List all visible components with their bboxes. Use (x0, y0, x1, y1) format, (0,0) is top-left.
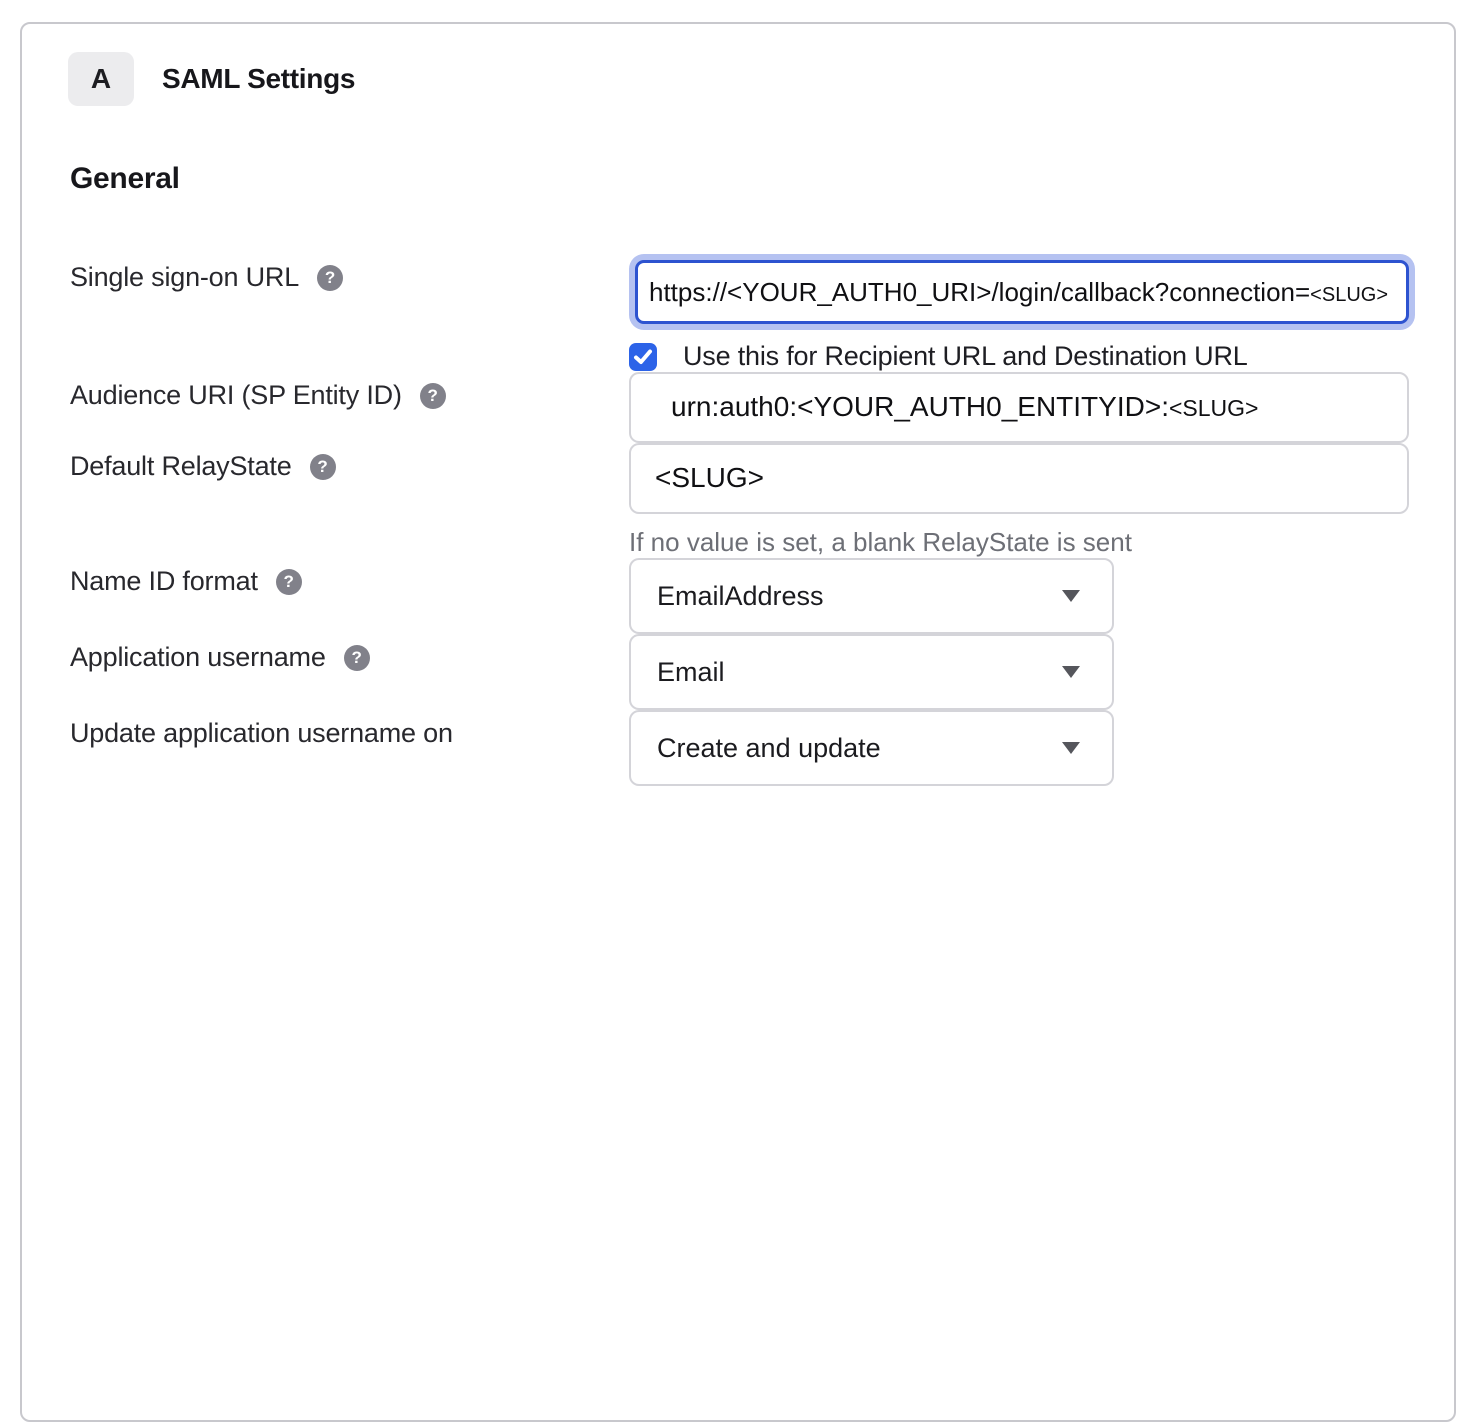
help-icon[interactable]: ? (310, 454, 336, 480)
card-header: A SAML Settings (68, 52, 1414, 106)
row-single-sign-on-url: Single sign-on URL ? https://<YOUR_AUTH0… (70, 254, 1414, 372)
single-sign-on-url-input[interactable]: https://<YOUR_AUTH0_URI>/login/callback?… (635, 260, 1409, 324)
section-title-general: General (70, 162, 1414, 196)
application-username-label: Application username (70, 642, 326, 673)
default-relay-state-helper: If no value is set, a blank RelayState i… (629, 527, 1409, 558)
default-relay-state-label: Default RelayState (70, 451, 292, 482)
audience-uri-slug: <SLUG> (1169, 395, 1259, 422)
page-title: SAML Settings (162, 63, 355, 95)
name-id-format-label-group: Name ID format ? (70, 558, 629, 597)
single-sign-on-url-label-group: Single sign-on URL ? (70, 254, 629, 293)
recipient-destination-checkbox-row: Use this for Recipient URL and Destinati… (629, 341, 1409, 372)
single-sign-on-url-control: https://<YOUR_AUTH0_URI>/login/callback?… (629, 254, 1409, 372)
audience-uri-input[interactable]: urn:auth0:<YOUR_AUTH0_ENTITYID>:<SLUG> (629, 372, 1409, 443)
saml-settings-card: A SAML Settings General Single sign-on U… (20, 22, 1456, 1422)
name-id-format-value: EmailAddress (657, 581, 824, 612)
audience-uri-label-group: Audience URI (SP Entity ID) ? (70, 372, 629, 411)
application-username-label-group: Application username ? (70, 634, 629, 673)
single-sign-on-url-slug: <SLUG> (1310, 284, 1388, 307)
application-username-value: Email (657, 657, 725, 688)
row-audience-uri: Audience URI (SP Entity ID) ? urn:auth0:… (70, 372, 1414, 443)
default-relay-state-control: <SLUG> If no value is set, a blank Relay… (629, 443, 1409, 558)
default-relay-state-input[interactable]: <SLUG> (629, 443, 1409, 514)
update-application-username-select[interactable]: Create and update (629, 710, 1114, 786)
audience-uri-label: Audience URI (SP Entity ID) (70, 380, 402, 411)
single-sign-on-url-value: https://<YOUR_AUTH0_URI>/login/callback?… (649, 277, 1310, 308)
row-default-relay-state: Default RelayState ? <SLUG> If no value … (70, 443, 1414, 558)
name-id-format-select[interactable]: EmailAddress (629, 558, 1114, 634)
application-username-select[interactable]: Email (629, 634, 1114, 710)
row-name-id-format: Name ID format ? EmailAddress (70, 558, 1414, 634)
default-relay-state-value: <SLUG> (655, 462, 764, 494)
checkmark-icon (633, 348, 653, 366)
update-application-username-value: Create and update (657, 733, 881, 764)
chevron-down-icon (1062, 742, 1080, 754)
help-icon[interactable]: ? (344, 645, 370, 671)
help-icon[interactable]: ? (276, 569, 302, 595)
help-icon[interactable]: ? (420, 383, 446, 409)
section-badge: A (68, 52, 134, 106)
chevron-down-icon (1062, 666, 1080, 678)
section-badge-letter: A (91, 63, 111, 95)
row-application-username: Application username ? Email (70, 634, 1414, 710)
row-update-application-username: Update application username on Create an… (70, 710, 1414, 786)
update-application-username-label: Update application username on (70, 718, 453, 749)
default-relay-state-label-group: Default RelayState ? (70, 443, 629, 482)
recipient-destination-checkbox[interactable] (629, 343, 657, 371)
saml-settings-form: Single sign-on URL ? https://<YOUR_AUTH0… (70, 254, 1414, 786)
audience-uri-value: urn:auth0:<YOUR_AUTH0_ENTITYID>: (671, 391, 1169, 423)
chevron-down-icon (1062, 590, 1080, 602)
recipient-destination-checkbox-label: Use this for Recipient URL and Destinati… (683, 341, 1248, 372)
update-application-username-label-group: Update application username on (70, 710, 629, 749)
help-icon[interactable]: ? (317, 265, 343, 291)
single-sign-on-url-label: Single sign-on URL (70, 262, 299, 293)
name-id-format-label: Name ID format (70, 566, 258, 597)
